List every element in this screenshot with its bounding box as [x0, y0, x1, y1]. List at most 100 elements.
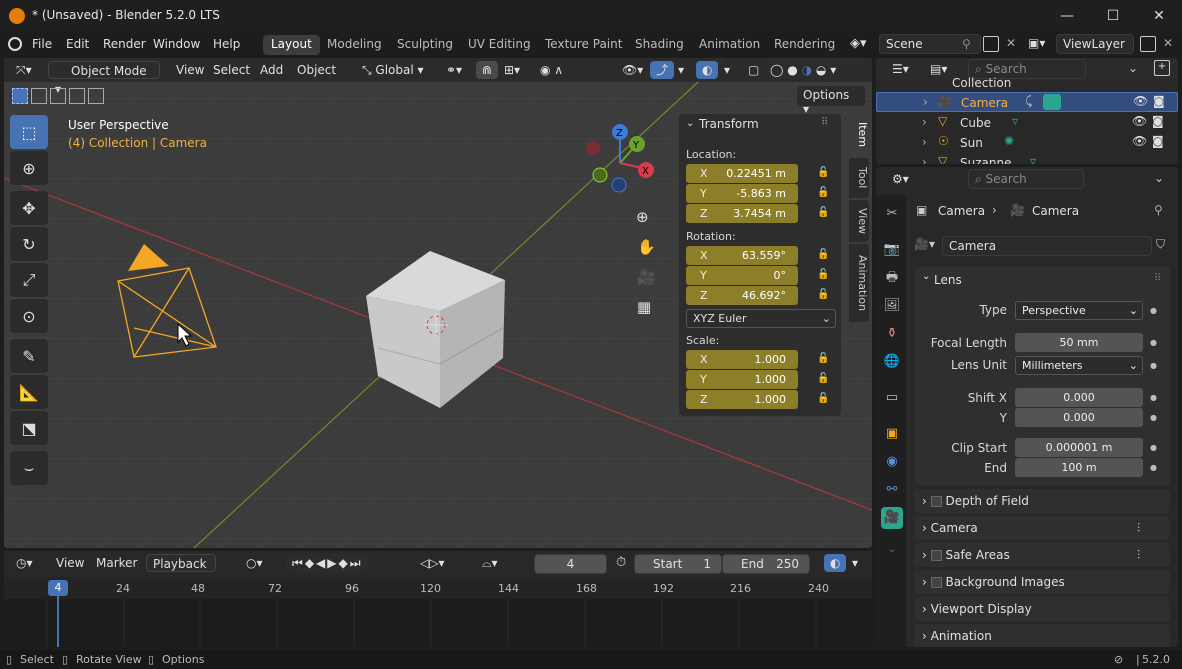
next-keyframe-icon[interactable]: ◆	[339, 556, 350, 570]
sidebar-tab-tool[interactable]: Tool	[849, 158, 869, 198]
camera-data-tab-icon[interactable]: 🎥	[881, 507, 903, 529]
camera-data-icon[interactable]	[1043, 94, 1061, 110]
ortho-toggle-icon[interactable]: ▦	[637, 298, 651, 316]
material-shading-icon[interactable]: ◑	[802, 63, 812, 77]
timeline-menu-view[interactable]: View	[50, 554, 90, 572]
wireframe-shading-icon[interactable]: ◯	[770, 63, 783, 77]
menu-object[interactable]: Object	[291, 61, 342, 79]
lock-icon[interactable]: 🔓	[817, 249, 829, 260]
collapse-chevron-icon[interactable]: ⌄	[686, 118, 694, 129]
jump-end-icon[interactable]: ⏭	[350, 556, 363, 570]
properties-editor-type-icon[interactable]: ⚙▾	[886, 170, 915, 188]
navigation-gizmo[interactable]: Z Y X	[580, 120, 660, 200]
play-icon[interactable]: ▶	[327, 556, 338, 570]
lock-icon[interactable]: 🔓	[817, 167, 829, 178]
section-depth-of-field[interactable]: › Depth of Field	[914, 489, 1170, 513]
solid-shading-icon[interactable]: ●	[787, 63, 797, 77]
presets-icon[interactable]: ⫶	[1137, 516, 1140, 540]
timeline-overlay-icon[interactable]: ◐	[824, 554, 847, 572]
location-z-field[interactable]: Z 3.7454 m	[686, 204, 798, 223]
pin-icon[interactable]: ⚲	[1154, 203, 1163, 217]
remove-scene-icon[interactable]: ✕	[1006, 36, 1016, 50]
lens-section-title[interactable]: Lens	[934, 273, 962, 287]
scene-icon[interactable]: ◈▾	[850, 36, 876, 54]
outliner-row-camera[interactable]: › 🎥 Camera ⤹ 👁 ◙	[876, 92, 1178, 112]
properties-search-input[interactable]: ⌕ Search	[968, 169, 1084, 189]
proportional-edit-icon[interactable]: ◉ ∧	[534, 61, 569, 79]
blender-menu-icon[interactable]	[8, 37, 22, 51]
section-safe-areas[interactable]: › Safe Areas ⫶	[914, 543, 1170, 567]
expand-arrow-icon[interactable]: ›	[923, 95, 928, 109]
visibility-eye-icon[interactable]: 👁	[1133, 94, 1148, 108]
rotation-y-field[interactable]: Y 0°	[686, 266, 798, 285]
expand-arrow-icon[interactable]: ›	[922, 135, 927, 149]
auto-keying-icon[interactable]: ⌓▾	[476, 554, 504, 572]
annotate-tool-icon[interactable]: ✎	[10, 339, 48, 373]
scale-x-field[interactable]: X 1.000	[686, 350, 798, 369]
editor-type-icon[interactable]: ⤧▾	[10, 61, 38, 79]
outliner-row-sun[interactable]: › ☉ Sun ✺ 👁 ◙	[876, 133, 1178, 153]
camera-view-icon[interactable]: 🎥	[637, 268, 656, 286]
viewlayer-icon[interactable]: ▣▾	[1028, 36, 1052, 54]
tool-tab-icon[interactable]: ✂	[881, 203, 903, 225]
measure-tool-icon[interactable]: 📐	[10, 375, 48, 409]
workspace-tab-shading[interactable]: Shading	[627, 35, 692, 55]
shading-modes[interactable]: ◯ ● ◑ ◒ ▾	[764, 61, 864, 79]
close-button[interactable]: ✕	[1136, 0, 1182, 32]
lock-icon[interactable]: 🔓	[817, 373, 829, 384]
playhead-frame[interactable]: 4	[48, 580, 68, 596]
keying-icon[interactable]: ○▾	[240, 554, 269, 572]
menu-select[interactable]: Select	[207, 61, 256, 79]
expand-arrow-icon[interactable]: ›	[922, 115, 927, 129]
pivot-icon[interactable]: ⚭▾	[440, 61, 468, 79]
focal-length-field[interactable]: 50 mm	[1015, 333, 1143, 352]
pan-hand-icon[interactable]: ✋	[637, 238, 656, 256]
scene-tab-icon[interactable]: ⚱	[881, 323, 903, 345]
visibility-icon[interactable]: 👁▾	[616, 61, 649, 79]
scale-y-field[interactable]: Y 1.000	[686, 370, 798, 389]
workspace-tab-uv-editing[interactable]: UV Editing	[460, 35, 539, 55]
overlay-toggle-icon[interactable]: ◐	[696, 61, 719, 79]
keyframe-dot-icon[interactable]: ●	[1150, 338, 1157, 347]
keyframe-dot-icon[interactable]: ●	[1150, 393, 1157, 402]
pin-icon[interactable]: ⚲	[962, 37, 971, 51]
rendered-shading-icon[interactable]: ◒	[816, 63, 826, 77]
scale-z-field[interactable]: Z 1.000	[686, 390, 798, 409]
menu-edit[interactable]: Edit	[66, 37, 89, 51]
timeline-editor-type-icon[interactable]: ◷▾	[10, 554, 39, 572]
clip-end-field[interactable]: 100 m	[1015, 458, 1143, 477]
timeline-menu-marker[interactable]: Marker	[90, 554, 143, 572]
keyframe-dot-icon[interactable]: ●	[1150, 306, 1157, 315]
shift-y-field[interactable]: 0.000	[1015, 408, 1143, 427]
zoom-icon[interactable]: ⊕	[636, 208, 649, 226]
new-collection-icon[interactable]: +	[1154, 60, 1170, 76]
outliner-row-suzanne[interactable]: › ▽ Suzanne ▿	[876, 153, 1178, 164]
lens-collapse-icon[interactable]: ⌄	[922, 271, 930, 282]
overlay-dropdown-icon[interactable]: ▾	[718, 61, 736, 79]
stopwatch-icon[interactable]: ⏱	[616, 555, 626, 570]
rotation-x-field[interactable]: X 63.559°	[686, 246, 798, 265]
transform-panel-title[interactable]: Transform	[699, 117, 759, 131]
drag-handle-icon[interactable]: ⠿	[821, 117, 828, 128]
section-viewport-display[interactable]: › Viewport Display	[914, 597, 1170, 621]
mesh-data-icon[interactable]: ▿	[1012, 114, 1018, 128]
timeline-area[interactable]: 4 24 48 72 96 120 144 168 192 216 240	[4, 577, 872, 647]
lens-type-select[interactable]: Perspective ⌄	[1015, 301, 1143, 320]
marker-nav-icon[interactable]: ◁▷▾	[414, 554, 450, 572]
end-frame-field[interactable]: End 250	[722, 554, 810, 574]
gizmo-toggle-icon[interactable]: ⤴	[650, 61, 675, 79]
menu-add[interactable]: Add	[254, 61, 289, 79]
lock-icon[interactable]: 🔓	[817, 289, 829, 300]
shift-x-field[interactable]: 0.000	[1015, 388, 1143, 407]
lock-icon[interactable]: 🔓	[817, 393, 829, 404]
keyframe-dot-icon[interactable]: ●	[1150, 361, 1157, 370]
snap-target-icon[interactable]: ⊞▾	[498, 61, 526, 79]
lock-icon[interactable]: 🔓	[817, 187, 829, 198]
current-frame-field[interactable]: 4	[534, 554, 607, 574]
new-viewlayer-icon[interactable]	[1140, 36, 1156, 52]
keyframe-dot-icon[interactable]: ●	[1150, 463, 1157, 472]
workspace-tab-layout[interactable]: Layout	[263, 35, 320, 55]
xray-icon[interactable]: ▢	[742, 61, 765, 79]
section-camera[interactable]: › Camera ⫶	[914, 516, 1170, 540]
visibility-eye-icon[interactable]: 👁	[1132, 114, 1147, 128]
